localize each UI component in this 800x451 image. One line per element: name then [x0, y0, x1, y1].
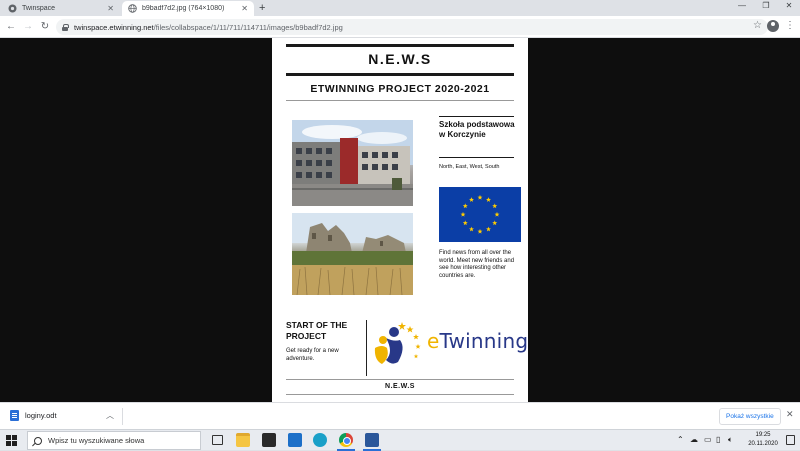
download-separator	[122, 408, 123, 425]
file-explorer-icon[interactable]	[236, 433, 250, 447]
chevron-up-icon[interactable]: ⌃	[677, 435, 684, 444]
footer-bottom-rule	[286, 394, 514, 395]
account-icon[interactable]	[767, 20, 779, 32]
store-icon[interactable]	[262, 433, 276, 447]
project-title: ETWINNING PROJECT 2020-2021	[310, 83, 490, 95]
eu-flag-icon	[439, 187, 521, 242]
chrome-icon[interactable]	[339, 433, 353, 447]
news-poster[interactable]: N.E.W.S ETWINNING PROJECT 2020-2021 Szko…	[272, 38, 528, 402]
footer-top-rule	[286, 379, 514, 380]
download-shelf: loginy.odt ︿ Pokaż wszystkie ✕	[0, 402, 800, 429]
find-news-text: Find news from all over the world. Meet …	[439, 250, 515, 279]
browser-toolbar: ← → ↻ twinspace.etwinning.net/files/coll…	[0, 16, 800, 38]
clock-time: 19:25	[755, 432, 771, 438]
start-project-heading: START OF THE PROJECT	[286, 320, 348, 341]
address-bar[interactable]: twinspace.etwinning.net/files/collabspac…	[56, 19, 768, 35]
close-icon[interactable]: ✕	[786, 409, 794, 420]
tab-title: Twinspace	[22, 5, 56, 12]
reload-icon[interactable]: ↻	[38, 20, 52, 34]
globe-favicon-icon	[128, 4, 137, 13]
show-all-downloads-button[interactable]: Pokaż wszystkie	[719, 408, 781, 425]
image-viewport: N.E.W.S ETWINNING PROJECT 2020-2021 Szko…	[0, 38, 800, 402]
battery-icon[interactable]: ▯	[716, 435, 720, 444]
more-vertical-icon[interactable]: ⋮	[785, 20, 795, 32]
windows-start-icon[interactable]	[6, 435, 17, 446]
network-icon[interactable]: ▭	[704, 435, 712, 444]
back-icon[interactable]: ←	[4, 20, 18, 34]
tab-close-icon[interactable]: ✕	[107, 4, 114, 13]
document-app-icon[interactable]	[365, 433, 379, 447]
bookmark-star-icon[interactable]: ☆	[753, 20, 762, 31]
document-file-icon[interactable]	[10, 410, 19, 421]
system-clock[interactable]: 19:25 20.11.2020	[744, 431, 782, 449]
tab-twinspace[interactable]: Twinspace ✕	[2, 1, 120, 16]
windows-taskbar: Wpisz tu wyszukiwane słowa ⌃ ☁ ▭ ▯ 🔈︎ 19…	[0, 429, 800, 451]
search-placeholder: Wpisz tu wyszukiwane słowa	[48, 436, 145, 445]
url-path: /files/collabspace/1/11/711/114711/image…	[153, 22, 343, 32]
download-file-name[interactable]: loginy.odt	[25, 411, 57, 420]
tab-image[interactable]: b9badf7d2.jpg (764×1080) ✕	[122, 1, 254, 16]
footer-title: N.E.W.S	[385, 383, 415, 390]
notification-icon[interactable]	[786, 435, 795, 445]
directions-text: North, East, West, South	[439, 164, 500, 170]
school-bottom-rule	[439, 157, 514, 158]
subtitle-rule	[286, 100, 514, 101]
search-icon	[34, 436, 42, 445]
url-host: twinspace.etwinning.net	[74, 22, 154, 32]
forward-icon[interactable]: →	[21, 20, 35, 34]
school-name: Szkoła podstawowa w Korczynie	[439, 120, 515, 139]
clock-date: 20.11.2020	[748, 441, 778, 447]
section-divider	[366, 320, 367, 376]
top-rule	[286, 44, 514, 47]
new-tab-button[interactable]: +	[259, 2, 265, 14]
volume-icon[interactable]: 🔈︎	[728, 435, 733, 445]
etwinning-wordmark: eTwinning	[427, 329, 529, 353]
maximize-icon[interactable]: ❐	[755, 1, 777, 10]
edge-icon[interactable]	[313, 433, 327, 447]
school-photo	[292, 120, 413, 206]
chevron-up-icon[interactable]: ︿	[106, 410, 114, 421]
start-project-subtext: Get ready for a new adventure.	[286, 348, 339, 362]
tab-strip: Twinspace ✕ b9badf7d2.jpg (764×1080) ✕ +…	[0, 0, 800, 16]
lock-icon	[62, 23, 69, 31]
cloud-icon[interactable]: ☁	[690, 435, 698, 444]
twinspace-favicon-icon	[8, 4, 17, 13]
school-top-rule	[439, 116, 514, 117]
task-view-icon[interactable]	[212, 435, 223, 445]
mail-icon[interactable]	[288, 433, 302, 447]
taskbar-search-input[interactable]: Wpisz tu wyszukiwane słowa	[27, 431, 201, 450]
tab-title: b9badf7d2.jpg (764×1080)	[142, 5, 225, 12]
poster-title: N.E.W.S	[368, 51, 432, 67]
etwinning-logo: eTwinning	[372, 318, 529, 370]
castle-photo	[292, 213, 413, 295]
title-rule	[286, 73, 514, 76]
window-close-icon[interactable]: ✕	[778, 1, 800, 10]
tab-close-icon[interactable]: ✕	[241, 4, 248, 13]
minimize-icon[interactable]: —	[731, 1, 753, 10]
